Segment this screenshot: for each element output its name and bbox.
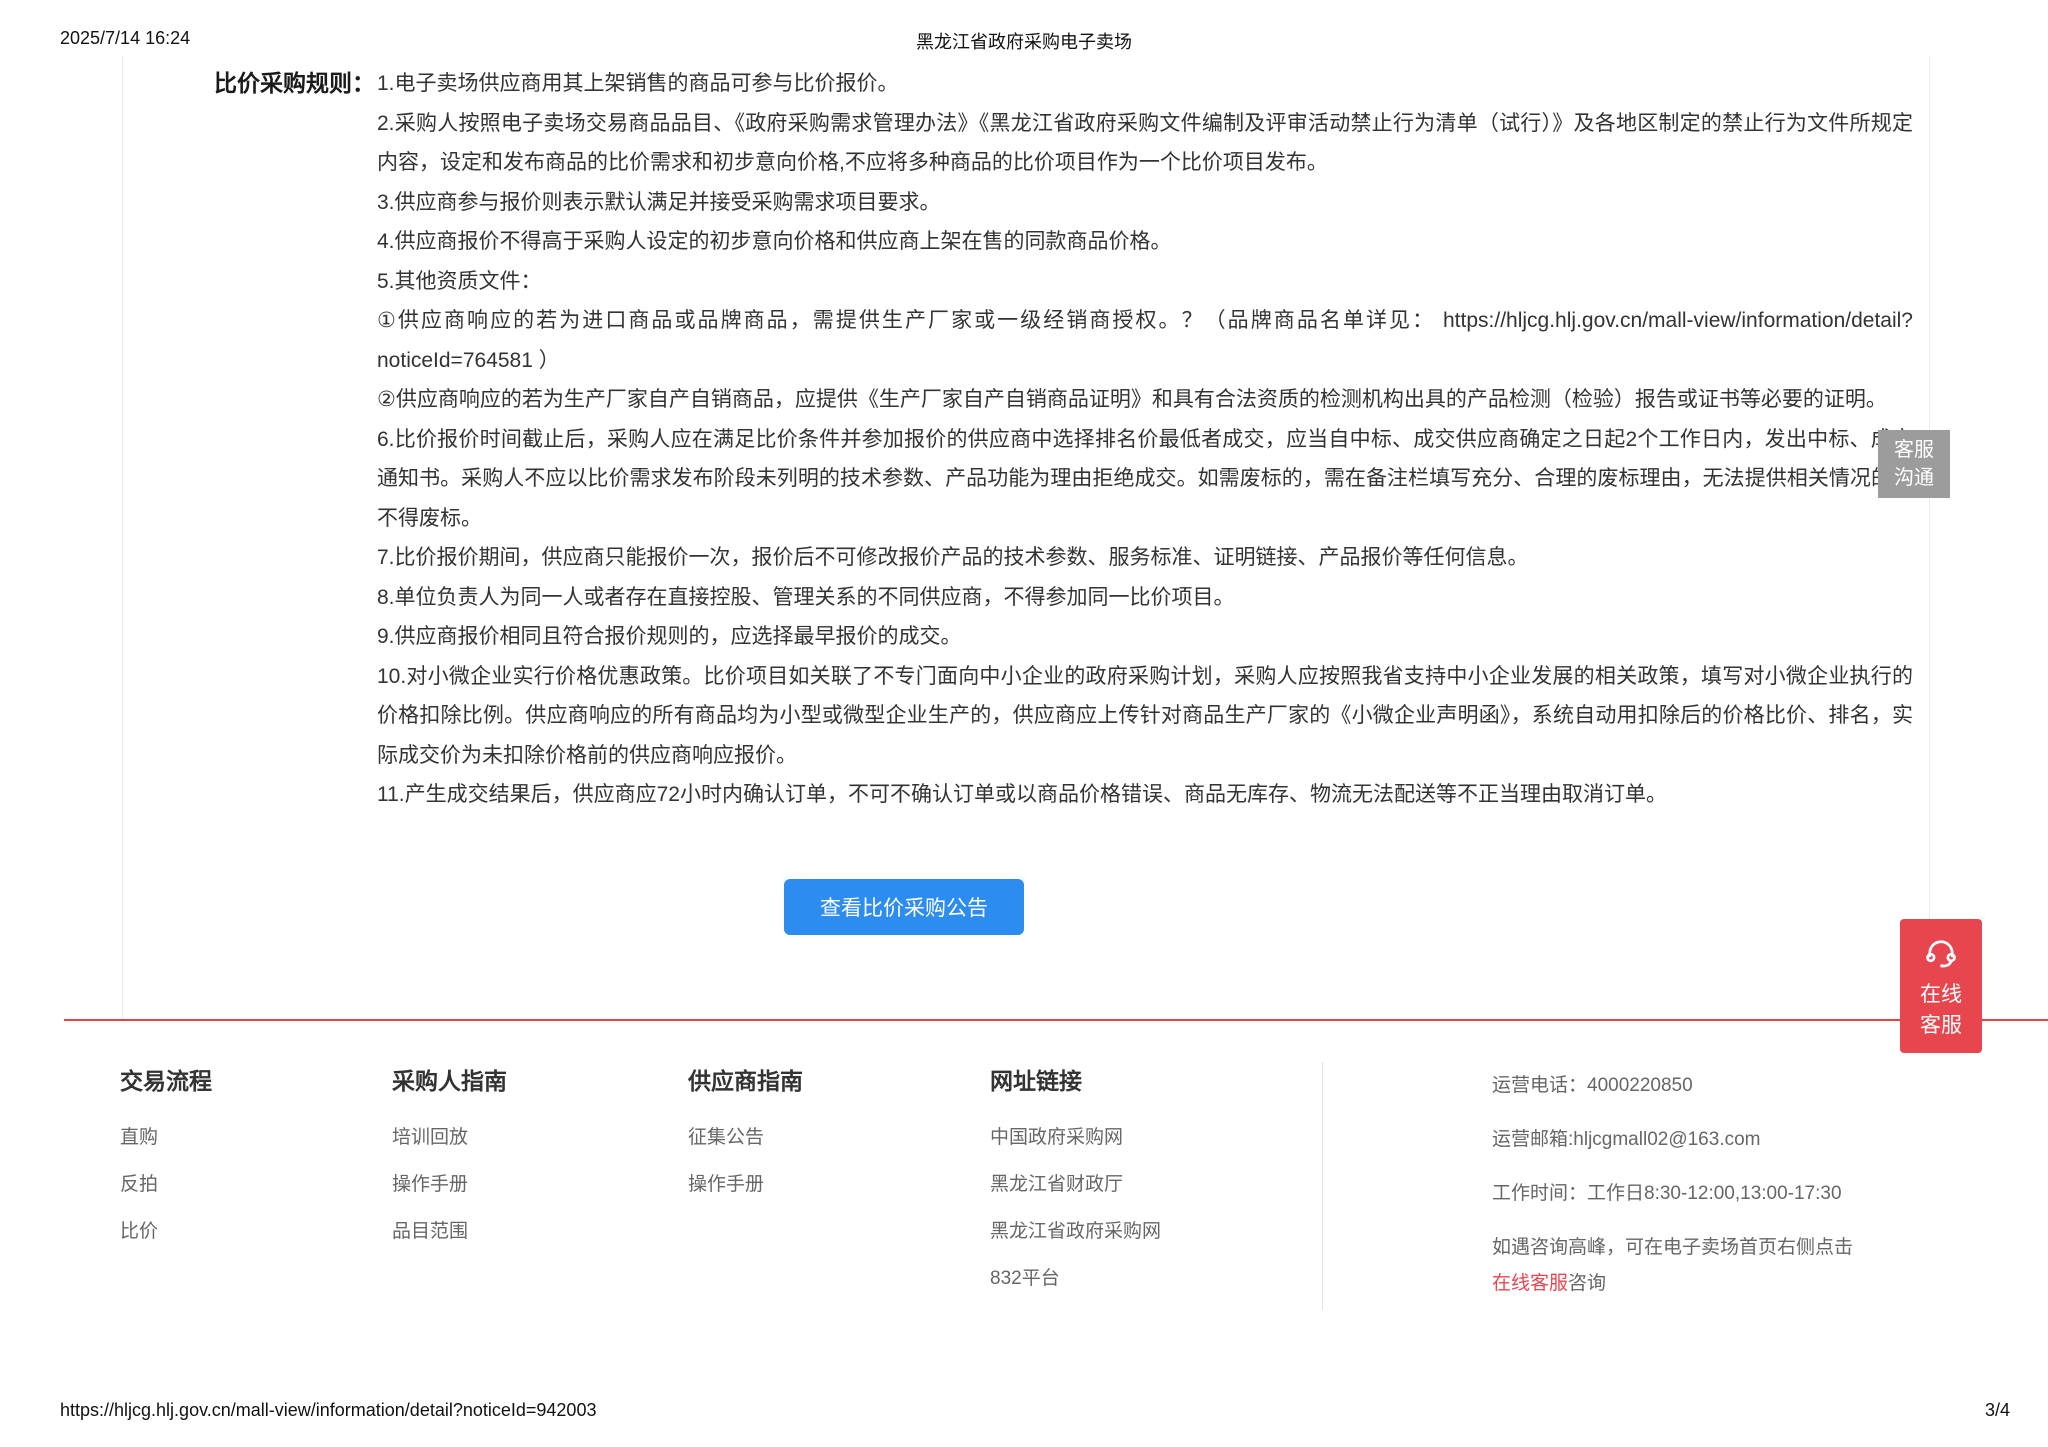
section-label: 比价采购规则： (123, 64, 375, 815)
rule-paragraph: 2.采购人按照电子卖场交易商品品目、《政府采购需求管理办法》《黑龙江省政府采购文… (377, 104, 1913, 183)
print-footer-url: https://hljcg.hlj.gov.cn/mall-view/infor… (60, 1400, 596, 1421)
headset-icon (1923, 935, 1959, 971)
footer-link[interactable]: 直购 (120, 1128, 212, 1147)
online-service-label-line2: 客服 (1920, 1010, 1962, 1041)
contact-hours: 工作时间：工作日8:30-12:00,13:00-17:30 (1492, 1183, 1962, 1205)
footer-column-purchaser-guide: 采购人指南 培训回放操作手册品目范围 (392, 1062, 507, 1269)
online-service-link[interactable]: 在线客服 (1492, 1273, 1568, 1294)
footer-column-title: 交易流程 (120, 1062, 212, 1096)
chat-tab-label-line2: 沟通 (1894, 464, 1934, 492)
contact-tip-line1: 如遇咨询高峰，可在电子卖场首页右侧点击 (1492, 1237, 1962, 1259)
footer-column-items: 培训回放操作手册品目范围 (392, 1128, 507, 1241)
rule-paragraph: 5.其他资质文件： (377, 262, 1913, 302)
red-divider-line (64, 1019, 2048, 1021)
footer-link[interactable]: 黑龙江省财政厅 (990, 1175, 1161, 1194)
rules-list: 1.电子卖场供应商用其上架销售的商品可参与比价报价。2.采购人按照电子卖场交易商… (375, 64, 1929, 815)
rule-paragraph: 10.对小微企业实行价格优惠政策。比价项目如关联了不专门面向中小企业的政府采购计… (377, 657, 1913, 776)
footer-column-title: 网址链接 (990, 1062, 1161, 1096)
rule-paragraph: 9.供应商报价相同且符合报价规则的，应选择最早报价的成交。 (377, 617, 1913, 657)
rule-paragraph: 3.供应商参与报价则表示默认满足并接受采购需求项目要求。 (377, 183, 1913, 223)
rule-paragraph: 8.单位负责人为同一人或者存在直接控股、管理关系的不同供应商，不得参加同一比价项… (377, 578, 1913, 618)
rules-section: 比价采购规则： 1.电子卖场供应商用其上架销售的商品可参与比价报价。2.采购人按… (123, 56, 1929, 815)
rule-paragraph: ①供应商响应的若为进口商品或品牌商品，需提供生产厂家或一级经销商授权。？（品牌商… (377, 301, 1913, 380)
footer-column-transaction-process: 交易流程 直购反拍比价 (120, 1062, 212, 1269)
rule-paragraph: 6.比价报价时间截止后，采购人应在满足比价条件并参加报价的供应商中选择排名价最低… (377, 420, 1913, 539)
contact-tip-line2: 在线客服咨询 (1492, 1273, 1962, 1295)
footer-link[interactable]: 832平台 (990, 1269, 1161, 1288)
footer-column-items: 直购反拍比价 (120, 1128, 212, 1241)
footer-link[interactable]: 中国政府采购网 (990, 1128, 1161, 1147)
footer-column-title: 采购人指南 (392, 1062, 507, 1096)
contact-phone: 运营电话：4000220850 (1492, 1075, 1962, 1097)
page-title: 黑龙江省政府采购电子卖场 (0, 28, 2048, 54)
rule-paragraph: 11.产生成交结果后，供应商应72小时内确认订单，不可不确认订单或以商品价格错误… (377, 775, 1913, 815)
print-footer-page-number: 3/4 (1985, 1400, 2010, 1421)
view-price-comparison-notice-button[interactable]: 查看比价采购公告 (784, 879, 1024, 935)
footer-column-website-links: 网址链接 中国政府采购网黑龙江省财政厅黑龙江省政府采购网 832平台 (990, 1062, 1161, 1316)
customer-service-chat-tab[interactable]: 客服 沟通 (1878, 430, 1950, 498)
footer-link[interactable]: 反拍 (120, 1175, 212, 1194)
footer-column-supplier-guide: 供应商指南 征集公告操作手册 (688, 1062, 803, 1222)
rule-paragraph: 7.比价报价期间，供应商只能报价一次，报价后不可修改报价产品的技术参数、服务标准… (377, 538, 1913, 578)
rule-paragraph: 1.电子卖场供应商用其上架销售的商品可参与比价报价。 (377, 64, 1913, 104)
footer-link[interactable]: 比价 (120, 1222, 212, 1241)
contact-email: 运营邮箱:hljcgmall02@163.com (1492, 1129, 1962, 1151)
footer-link[interactable]: 品目范围 (392, 1222, 507, 1241)
rule-paragraph: 4.供应商报价不得高于采购人设定的初步意向价格和供应商上架在售的同款商品价格。 (377, 222, 1913, 262)
footer-column-title: 供应商指南 (688, 1062, 803, 1096)
chat-tab-label-line1: 客服 (1894, 436, 1934, 464)
footer-link[interactable]: 操作手册 (688, 1175, 803, 1194)
footer-link[interactable]: 黑龙江省政府采购网 (990, 1222, 1161, 1241)
footer-column-items: 中国政府采购网黑龙江省财政厅黑龙江省政府采购网 832平台 (990, 1128, 1161, 1288)
rule-paragraph: ②供应商响应的若为生产厂家自产自销商品，应提供《生产厂家自产自销商品证明》和具有… (377, 380, 1913, 420)
footer-column-items: 征集公告操作手册 (688, 1128, 803, 1194)
contact-tip-suffix: 咨询 (1568, 1273, 1606, 1294)
online-service-label-line1: 在线 (1920, 979, 1962, 1010)
footer-contact-block: 运营电话：4000220850 运营邮箱:hljcgmall02@163.com… (1492, 1075, 1962, 1295)
online-service-button[interactable]: 在线 客服 (1900, 919, 1982, 1053)
footer-link[interactable]: 培训回放 (392, 1128, 507, 1147)
footer-link[interactable]: 操作手册 (392, 1175, 507, 1194)
footer-vertical-divider (1322, 1062, 1323, 1310)
footer-link[interactable]: 征集公告 (688, 1128, 803, 1147)
content-panel: 比价采购规则： 1.电子卖场供应商用其上架销售的商品可参与比价报价。2.采购人按… (122, 56, 1930, 1020)
